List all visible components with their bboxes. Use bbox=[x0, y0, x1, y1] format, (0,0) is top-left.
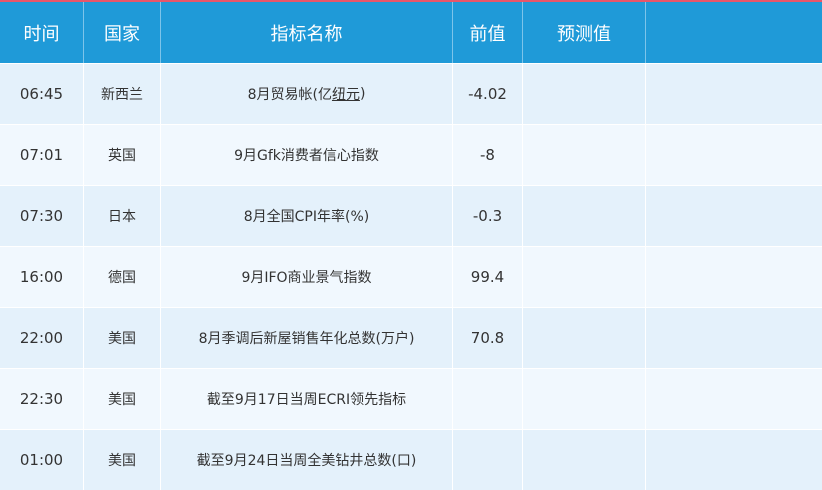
cell-extra bbox=[646, 247, 822, 307]
cell-previous: -4.02 bbox=[453, 64, 523, 124]
cell-indicator: 8月季调后新屋销售年化总数(万户) bbox=[161, 308, 453, 368]
table-row: 22:00 美国 8月季调后新屋销售年化总数(万户) 70.8 bbox=[0, 307, 822, 368]
cell-previous bbox=[453, 430, 523, 490]
table-header: 时间 国家 指标名称 前值 预测值 bbox=[0, 2, 822, 63]
cell-time: 16:00 bbox=[0, 247, 84, 307]
table-row: 16:00 德国 9月IFO商业景气指数 99.4 bbox=[0, 246, 822, 307]
cell-country: 英国 bbox=[84, 125, 161, 185]
cell-extra bbox=[646, 369, 822, 429]
currency-link[interactable]: 纽元 bbox=[332, 84, 360, 104]
cell-country: 美国 bbox=[84, 430, 161, 490]
cell-indicator: 9月Gfk消费者信心指数 bbox=[161, 125, 453, 185]
cell-country: 美国 bbox=[84, 369, 161, 429]
cell-extra bbox=[646, 430, 822, 490]
economic-calendar-table: 时间 国家 指标名称 前值 预测值 06:45 新西兰 8月贸易帐(亿 纽元) -… bbox=[0, 0, 822, 490]
cell-extra bbox=[646, 125, 822, 185]
cell-previous: -0.3 bbox=[453, 186, 523, 246]
header-country: 国家 bbox=[84, 2, 161, 63]
cell-forecast bbox=[523, 247, 646, 307]
table-row: 07:30 日本 8月全国CPI年率(%) -0.3 bbox=[0, 185, 822, 246]
cell-country: 德国 bbox=[84, 247, 161, 307]
table-row: 06:45 新西兰 8月贸易帐(亿 纽元) -4.02 bbox=[0, 63, 822, 124]
cell-time: 06:45 bbox=[0, 64, 84, 124]
indicator-text-suffix: ) bbox=[359, 86, 366, 102]
cell-forecast bbox=[523, 64, 646, 124]
cell-indicator: 8月全国CPI年率(%) bbox=[161, 186, 453, 246]
cell-country: 美国 bbox=[84, 308, 161, 368]
cell-previous: 99.4 bbox=[453, 247, 523, 307]
cell-forecast bbox=[523, 125, 646, 185]
cell-previous bbox=[453, 369, 523, 429]
cell-extra bbox=[646, 186, 822, 246]
table-row: 07:01 英国 9月Gfk消费者信心指数 -8 bbox=[0, 124, 822, 185]
header-previous: 前值 bbox=[453, 2, 523, 63]
cell-extra bbox=[646, 308, 822, 368]
cell-indicator: 截至9月24日当周全美钻井总数(口) bbox=[161, 430, 453, 490]
cell-country: 日本 bbox=[84, 186, 161, 246]
cell-country: 新西兰 bbox=[84, 64, 161, 124]
header-indicator: 指标名称 bbox=[161, 2, 453, 63]
header-forecast: 预测值 bbox=[523, 2, 646, 63]
cell-forecast bbox=[523, 430, 646, 490]
header-extra bbox=[646, 2, 822, 63]
indicator-text: 8月贸易帐(亿 bbox=[247, 87, 332, 103]
cell-extra bbox=[646, 64, 822, 124]
cell-time: 07:01 bbox=[0, 125, 84, 185]
table-row: 22:30 美国 截至9月17日当周ECRI领先指标 bbox=[0, 368, 822, 429]
table-row: 01:00 美国 截至9月24日当周全美钻井总数(口) bbox=[0, 429, 822, 490]
cell-time: 01:00 bbox=[0, 430, 84, 490]
cell-previous: -8 bbox=[453, 125, 523, 185]
cell-indicator: 截至9月17日当周ECRI领先指标 bbox=[161, 369, 453, 429]
cell-time: 22:30 bbox=[0, 369, 84, 429]
header-time: 时间 bbox=[0, 2, 84, 63]
cell-previous: 70.8 bbox=[453, 308, 523, 368]
cell-indicator: 9月IFO商业景气指数 bbox=[161, 247, 453, 307]
cell-indicator: 8月贸易帐(亿 纽元) bbox=[161, 64, 453, 124]
cell-forecast bbox=[523, 308, 646, 368]
cell-forecast bbox=[523, 369, 646, 429]
cell-time: 07:30 bbox=[0, 186, 84, 246]
cell-time: 22:00 bbox=[0, 308, 84, 368]
cell-forecast bbox=[523, 186, 646, 246]
